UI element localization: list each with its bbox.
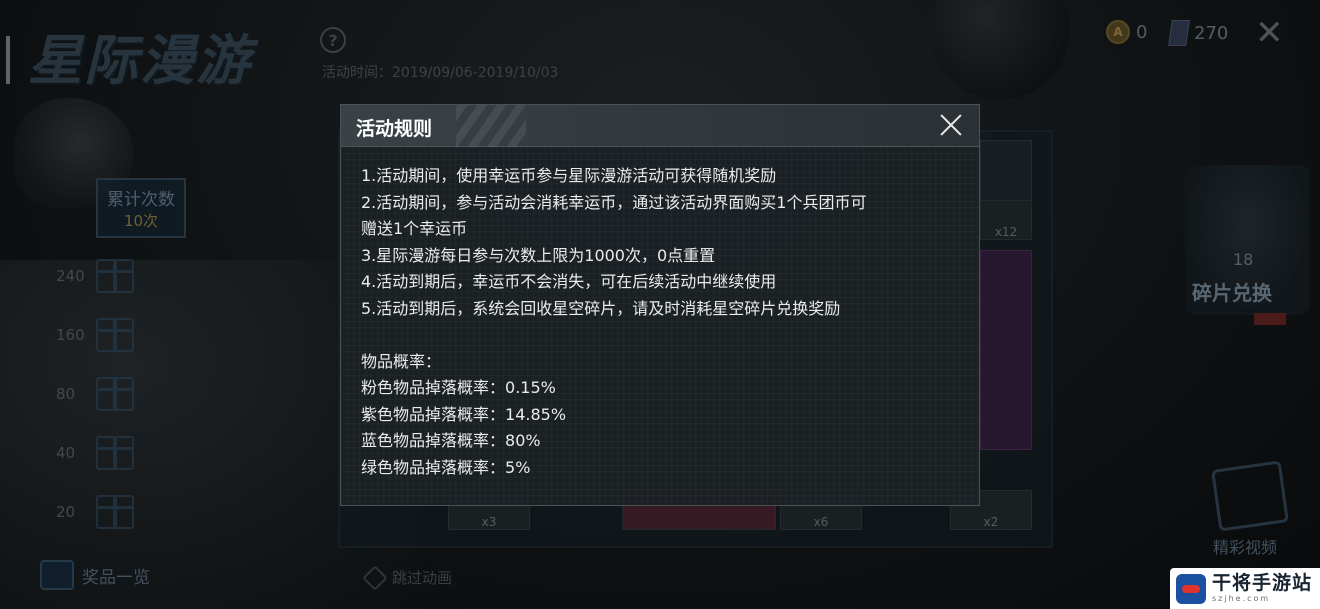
rule-line: 3.星际漫游每日参与次数上限为1000次，0点重置 (361, 245, 716, 265)
probability-label: 蓝色物品掉落概率： (361, 431, 506, 450)
header-stripes (456, 105, 526, 147)
rule-line: 赠送1个幸运币 (361, 219, 468, 238)
rule-line: 5.活动到期后，系统会回收星空碎片，请及时消耗星空碎片兑换奖励 (361, 298, 841, 318)
dialog-header: 活动规则 (341, 105, 979, 147)
probability-value: 0.15% (505, 378, 556, 397)
probability-label: 紫色物品掉落概率： (361, 404, 506, 424)
probability-row: 粉色物品掉落概率：0.15% (361, 375, 966, 402)
rule-line: 1.活动期间，使用幸运币参与星际漫游活动可获得随机奖励 (361, 166, 777, 185)
probability-title: 物品概率： (361, 351, 442, 371)
rules-body: 1.活动期间，使用幸运币参与星际漫游活动可获得随机奖励 2.活动期间，参与活动会… (361, 163, 966, 481)
probability-row: 紫色物品掉落概率：14.85% (361, 402, 966, 429)
dialog-title: 活动规则 (356, 118, 433, 140)
probability-row: 绿色物品掉落概率：5% (361, 455, 966, 482)
probability-value: 14.85% (505, 404, 567, 424)
probability-value: 80% (505, 431, 541, 450)
site-logo-icon (1176, 573, 1206, 604)
watermark-text: 干将手游站 szjhe.com (1212, 574, 1312, 603)
watermark-title: 干将手游站 (1212, 572, 1313, 594)
rule-line: 2.活动期间，参与活动会消耗幸运币，通过该活动界面购买1个兵团币可 (361, 192, 867, 212)
rules-dialog: 活动规则 1.活动期间，使用幸运币参与星际漫游活动可获得随机奖励 2.活动期间，… (340, 104, 980, 506)
probability-row: 蓝色物品掉落概率：80% (361, 428, 966, 455)
probability-value: 5% (505, 457, 531, 477)
probability-label: 粉色物品掉落概率： (361, 378, 506, 397)
site-watermark: 干将手游站 szjhe.com (1170, 568, 1320, 609)
watermark-domain: szjhe.com (1212, 594, 1271, 603)
close-icon[interactable] (937, 111, 965, 139)
rule-line: 4.活动到期后，幸运币不会消失，可在后续活动中继续使用 (361, 272, 777, 291)
probability-label: 绿色物品掉落概率： (361, 457, 506, 477)
